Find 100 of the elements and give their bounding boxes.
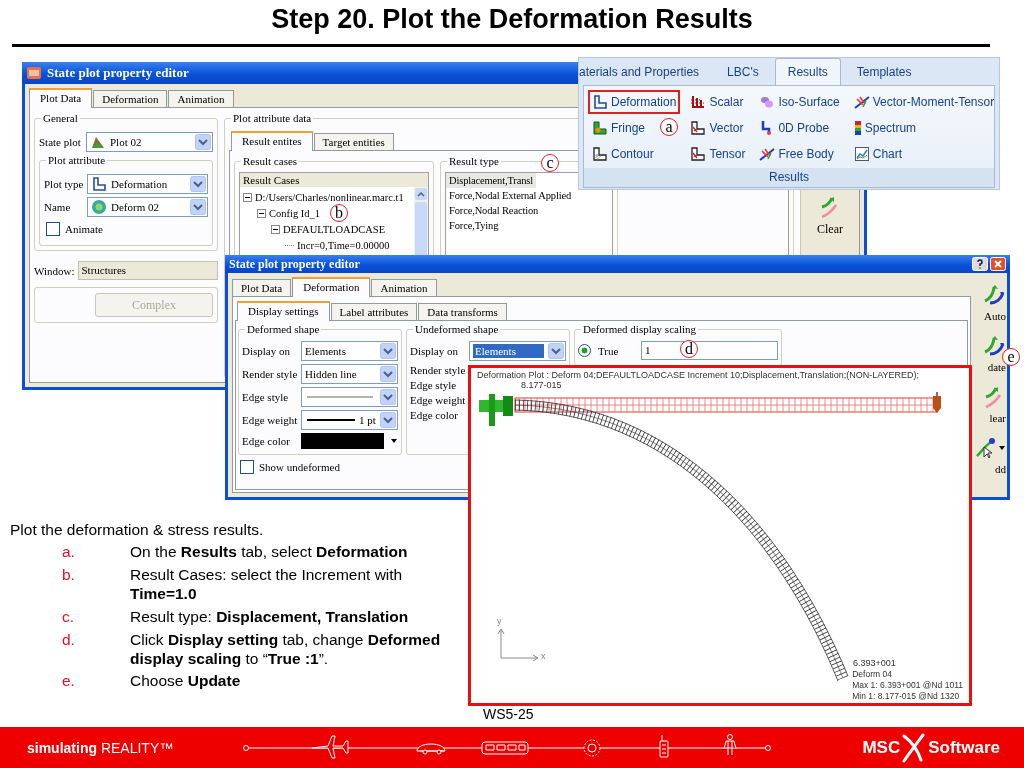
bracket-icon	[91, 176, 107, 192]
toolbar-button[interactable]: Clear	[814, 192, 846, 240]
ribbon-button[interactable]: Free Body	[755, 142, 838, 166]
line-style-icon	[305, 393, 375, 401]
tree-item[interactable]: D:/Users/Charles/nonlinear.marc.t1	[255, 191, 404, 203]
chevron-icon	[380, 343, 396, 359]
tab[interactable]: Animation	[371, 279, 437, 296]
radio-label: True	[598, 344, 620, 357]
list-item[interactable]: Force,Nodal Reaction	[446, 203, 542, 218]
chevron-icon	[380, 389, 396, 405]
list-item[interactable]: Force,Tying	[446, 218, 502, 233]
tab[interactable]: Animation	[168, 90, 234, 107]
tab[interactable]: aterials and Properties	[579, 59, 712, 85]
page-number: WS5-25	[483, 706, 534, 722]
value-label: 6.393+001	[853, 658, 896, 668]
axis-triad-drawing	[497, 628, 539, 662]
list-item-text: Result Cases: select the Increment with Time=1.0	[130, 565, 404, 604]
collapse-icon[interactable]	[271, 224, 280, 234]
tab[interactable]: LBC's	[715, 59, 771, 85]
tab[interactable]: Deformation	[292, 277, 371, 297]
group-label: Results	[584, 168, 994, 187]
tab[interactable]: Plot Data	[29, 88, 93, 108]
tagline: simulating REALITY™	[27, 739, 175, 756]
color-bar-icon	[853, 120, 862, 136]
toolbar-button[interactable]: dd	[972, 434, 1007, 477]
field-label: Edge color	[242, 435, 291, 447]
bracket-icon	[690, 120, 707, 136]
ribbon-button[interactable]: Contour	[588, 142, 658, 166]
logo-text: MSC	[862, 737, 901, 758]
caret-icon[interactable]	[390, 438, 398, 444]
bracket-icon	[592, 146, 608, 162]
ribbon-button[interactable]: Vector	[686, 116, 748, 140]
radio-button[interactable]	[578, 344, 591, 357]
legend-text: Min 1: 8.177-015 @Nd 1320	[852, 691, 961, 701]
text-field[interactable]: Structures	[77, 261, 218, 280]
tab[interactable]: Label attributes	[330, 303, 418, 320]
dropdown[interactable]: Elements	[301, 341, 398, 361]
list-item[interactable]: Force,Nodal External Applied	[446, 188, 575, 203]
app-icon	[26, 65, 42, 81]
ribbon-button[interactable]: Spectrum	[849, 116, 921, 140]
ribbon-button[interactable]: Chart	[849, 142, 907, 166]
bracket-icon	[690, 146, 707, 162]
line-weight-icon	[305, 416, 355, 424]
dropdown[interactable]: Deformation	[87, 174, 208, 194]
collapse-icon[interactable]	[257, 208, 266, 218]
slide-title: Step 20. Plot the Deformation Results	[270, 4, 754, 35]
tab[interactable]: Plot Data	[232, 279, 292, 296]
toolbar-button[interactable]: lear	[981, 383, 1007, 426]
checkbox[interactable]	[240, 460, 254, 474]
dropdown[interactable]	[301, 387, 398, 407]
list-item[interactable]: Displacement,Transl	[446, 173, 536, 188]
dropdown[interactable]: Deform 02	[87, 197, 208, 217]
tab[interactable]: Target entities	[313, 133, 394, 150]
circle-icon	[91, 199, 107, 215]
legend-text: Deform 04	[852, 669, 893, 679]
tab[interactable]: Result entites	[231, 131, 313, 151]
list-marker: e.	[62, 672, 76, 692]
dropdown[interactable]: 1 pt	[301, 410, 398, 430]
legend-text: Max 1: 6.393+001 @Nd 1011	[852, 680, 963, 690]
collapse-icon[interactable]	[243, 192, 252, 202]
ribbon-button[interactable]: 0D Probe	[755, 116, 834, 140]
ribbon-button[interactable]: Deformation	[588, 90, 681, 114]
logo-text: Software	[928, 737, 1000, 758]
ribbon-button[interactable]: Scalar	[686, 90, 748, 114]
bracket-icon	[592, 120, 608, 136]
group-label: Deformed shape	[245, 323, 322, 335]
tab[interactable]: Results	[774, 58, 841, 85]
toolbar-button[interactable]: Auto	[981, 281, 1007, 324]
dropdown[interactable]: Plot 02	[86, 132, 213, 152]
bracket-icon	[592, 94, 608, 110]
group-label: Result cases	[241, 155, 300, 167]
field-label: Name	[44, 201, 72, 213]
dropdown[interactable]: Elements	[469, 341, 566, 361]
ribbon-button[interactable]: Vector-Moment-Tensor	[849, 90, 999, 114]
list-marker: c.	[62, 607, 76, 627]
tab[interactable]: Data transforms	[418, 303, 507, 320]
dropdown[interactable]: Hidden line	[301, 364, 398, 384]
tab[interactable]: Templates	[844, 59, 924, 85]
help-icon[interactable]	[972, 257, 988, 271]
ribbon-button[interactable]: Fringe	[588, 116, 649, 140]
tab[interactable]: Deformation	[93, 90, 168, 107]
ribbon-button[interactable]: Iso-Surface	[755, 90, 844, 114]
arrows-icon	[853, 94, 870, 110]
field-label: Display on	[410, 345, 459, 357]
arrows-icon	[759, 146, 776, 162]
tab[interactable]: Display settings	[237, 301, 330, 321]
close-icon[interactable]	[990, 257, 1006, 271]
list-item-text: On the Results tab, select Deformation	[130, 543, 409, 562]
ribbon-button[interactable]: Tensor	[686, 142, 750, 166]
value-label: 8.177-015	[521, 380, 562, 390]
group-label: Plot attribute data	[231, 112, 314, 124]
color-swatch[interactable]	[301, 433, 384, 449]
axis-label: x	[541, 651, 546, 661]
tree-item[interactable]: DEFAULTLOADCASE	[283, 223, 386, 235]
tree-item[interactable]: Incr=0,Time=0.00000	[297, 239, 390, 251]
chart-icon	[853, 146, 870, 162]
field-label: Render style	[410, 364, 466, 376]
checkbox[interactable]	[46, 222, 60, 236]
group-label: Undeformed shape	[413, 323, 501, 335]
tree-item[interactable]: Config Id_1	[269, 207, 321, 219]
